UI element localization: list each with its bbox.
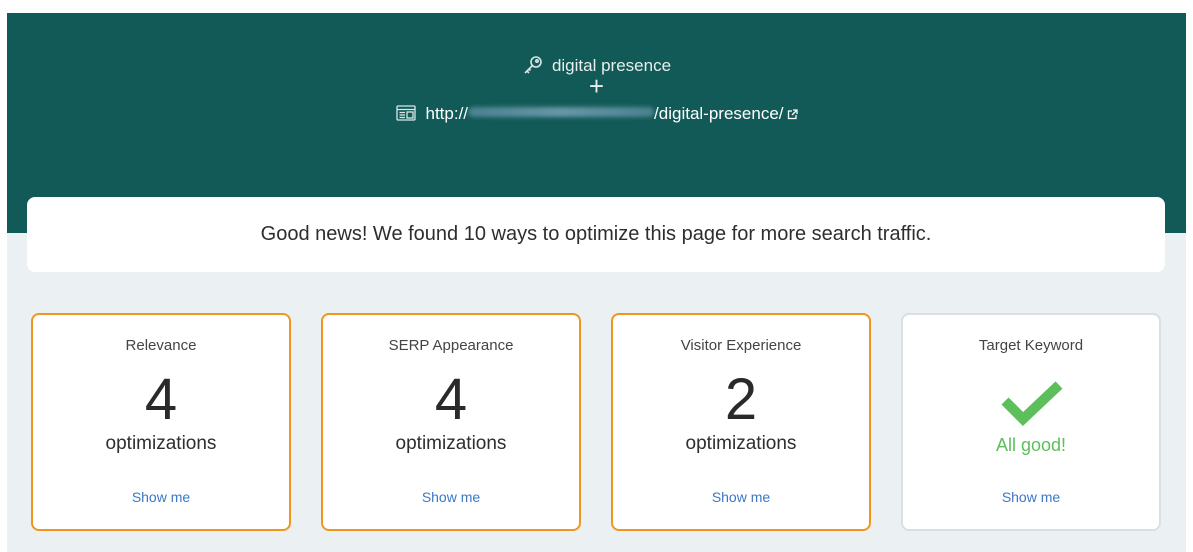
card-unit: optimizations [105, 433, 217, 454]
relevance-card: Relevance 4 optimizations Show me [31, 313, 291, 531]
card-unit: optimizations [685, 433, 797, 454]
status-text: All good! [995, 435, 1067, 455]
url-path: /digital-presence/ [654, 104, 784, 123]
target-keyword-card: Target Keyword All good! Show me [901, 313, 1161, 531]
checkmark-icon [999, 379, 1065, 427]
plus-sign: + [588, 71, 605, 101]
page-icon [395, 103, 416, 121]
blurred-domain [468, 107, 655, 117]
visitor-experience-card: Visitor Experience 2 optimizations Show … [611, 313, 871, 531]
card-title: Visitor Experience [680, 337, 802, 354]
external-link-icon[interactable] [787, 102, 798, 120]
url-prefix: http:// [425, 104, 469, 123]
show-me-link[interactable]: Show me [613, 489, 869, 505]
show-me-link[interactable]: Show me [33, 489, 289, 505]
card-title: Target Keyword [978, 337, 1084, 354]
summary-message: Good news! We found 10 ways to optimize … [260, 223, 932, 245]
optimization-count: 4 [434, 367, 468, 432]
optimization-count: 2 [724, 367, 758, 432]
card-unit: optimizations [395, 433, 507, 454]
page-url-link[interactable]: http:// /digital-presence/ [426, 104, 784, 123]
card-title: Relevance [125, 337, 197, 354]
show-me-link[interactable]: Show me [903, 489, 1159, 505]
serp-appearance-card: SERP Appearance 4 optimizations Show me [321, 313, 581, 531]
optimization-count: 4 [144, 367, 178, 432]
page-url-row: http:// /digital-presence/ [7, 101, 1186, 127]
card-title: SERP Appearance [388, 337, 514, 354]
summary-banner: Good news! We found 10 ways to optimize … [27, 197, 1165, 272]
show-me-link[interactable]: Show me [323, 489, 579, 505]
